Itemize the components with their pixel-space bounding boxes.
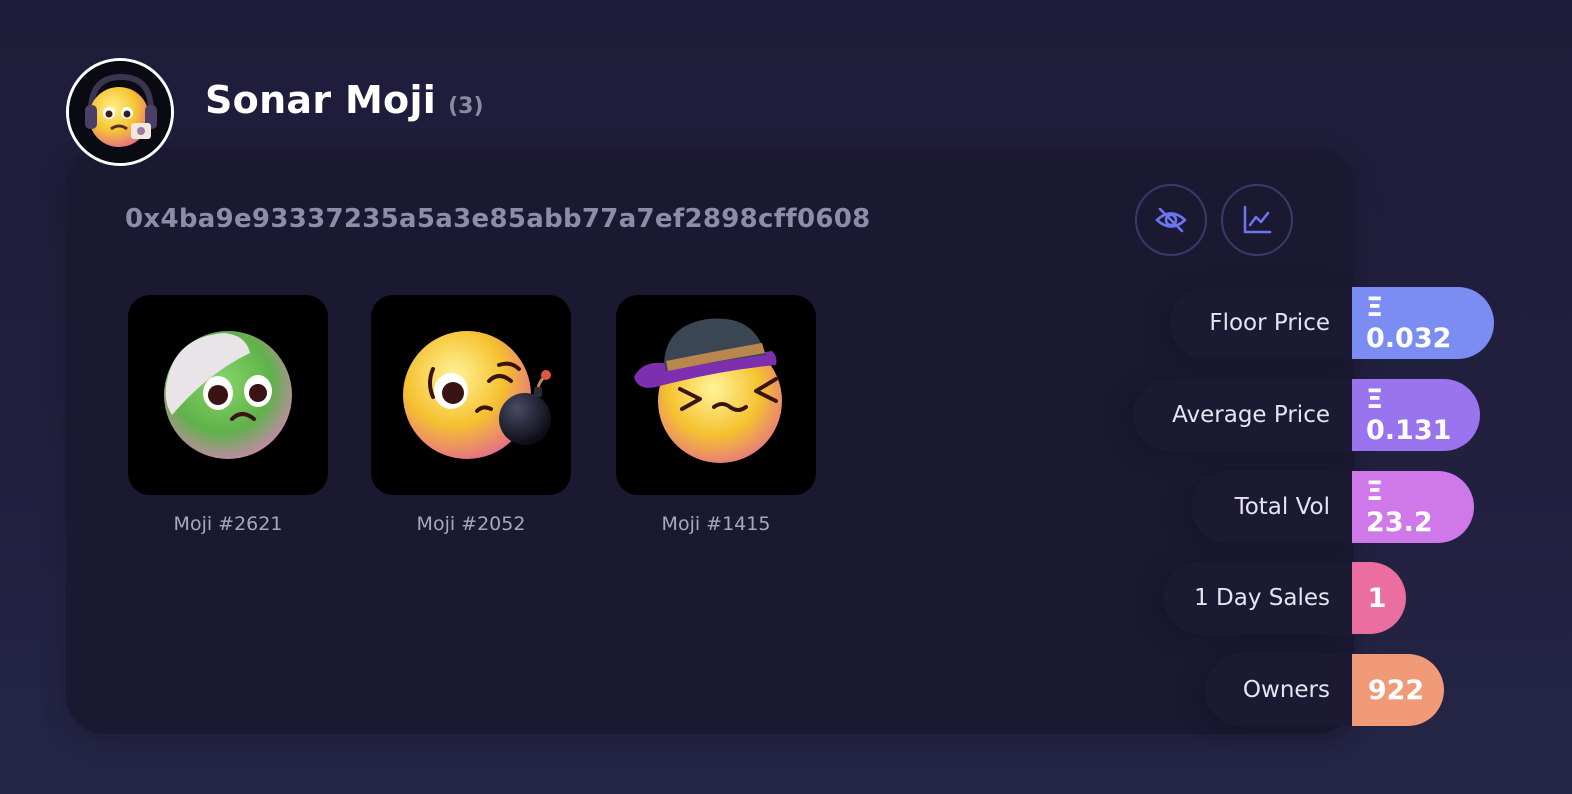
stat-one-day-sales: 1 Day Sales 1 [1163,562,1406,634]
collection-page: Sonar Moji (3) 0x4ba9e93337235a5a3e85abb… [0,0,1572,794]
nft-name: Moji #2052 [416,513,526,535]
stat-label: 1 Day Sales [1163,562,1352,634]
stat-label: Owners [1205,654,1352,726]
collection-count: (3) [448,94,484,119]
collection-name: Sonar Moji [205,78,437,122]
line-chart-icon [1243,205,1272,234]
contract-address[interactable]: 0x4ba9e93337235a5a3e85abb77a7ef2898cff06… [125,204,871,234]
stat-average-price: Average Price Ξ 0.131 [1133,379,1480,451]
headphone-emoji-icon [69,61,171,163]
nft-name: Moji #1415 [661,513,771,535]
stat-label: Average Price [1133,379,1352,451]
stat-total-volume: Total Vol Ξ 23.2 [1191,471,1474,543]
nft-item[interactable]: Moji #1415 [616,295,816,535]
bomb-wink-emoji-icon [403,331,551,459]
nft-item[interactable]: Moji #2052 [371,295,571,535]
collection-avatar[interactable] [66,58,174,166]
green-bandaged-emoji-icon [164,331,292,459]
nft-image[interactable] [128,295,328,495]
stat-floor-price: Floor Price Ξ 0.032 [1170,287,1494,359]
nft-name: Moji #2621 [173,513,283,535]
stat-value: 1 [1352,562,1406,634]
nft-image[interactable] [616,295,816,495]
fedora-squint-emoji-icon [634,318,782,463]
eye-off-icon [1155,207,1187,233]
hide-collection-button[interactable] [1135,184,1207,256]
stat-value: 922 [1352,654,1444,726]
nft-item[interactable]: Moji #2621 [128,295,328,535]
stat-value: Ξ 0.131 [1352,379,1480,451]
stat-owners: Owners 922 [1205,654,1444,726]
collection-title-row: Sonar Moji (3) [205,78,484,122]
stat-label: Floor Price [1170,287,1352,359]
stat-label: Total Vol [1191,471,1352,543]
nft-image[interactable] [371,295,571,495]
stat-value: Ξ 23.2 [1352,471,1474,543]
stat-value: Ξ 0.032 [1352,287,1494,359]
price-chart-button[interactable] [1221,184,1293,256]
